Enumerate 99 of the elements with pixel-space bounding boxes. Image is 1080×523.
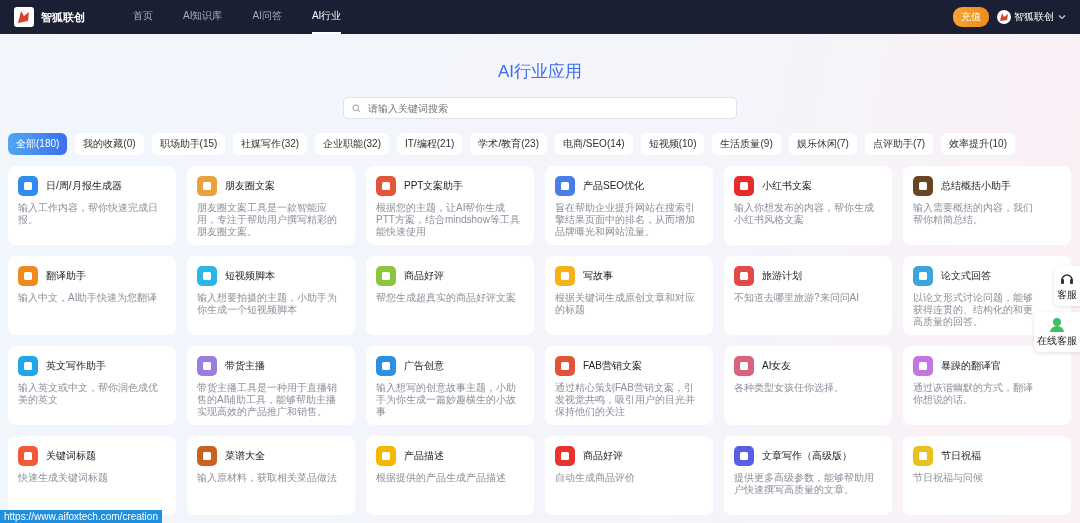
app-title: 广告创意 xyxy=(404,359,444,373)
app-card[interactable]: 写故事 根据关键词生成原创文章和对应的标题 xyxy=(545,256,713,335)
app-description: 提供更多高级参数，能够帮助用户快速撰写高质量的文章。 xyxy=(734,472,875,496)
app-description: 帮您生成超真实的商品好评文案 xyxy=(376,292,517,304)
search-field[interactable]: 请输入关键词搜索 xyxy=(343,97,737,119)
app-title: 朋友圈文案 xyxy=(225,179,275,193)
app-description: 根据提供的产品生成产品描述 xyxy=(376,472,507,484)
app-card[interactable]: 短视频脚本 输入想要拍摄的主题，小助手为你生成一个短视频脚本 xyxy=(187,256,355,335)
app-card[interactable]: 广告创意 输入想写的创意故事主题，小助手为你生成一篇妙趣横生的小故事 xyxy=(366,346,534,425)
app-card[interactable]: 英文写作助手 输入英文或中文，帮你润色成优美的英文 xyxy=(8,346,176,425)
app-title: 关键词标题 xyxy=(46,449,96,463)
app-title: 旅游计划 xyxy=(762,269,802,283)
app-title: 节日祝福 xyxy=(941,449,981,463)
app-description: 输入想要拍摄的主题，小助手为你生成一个短视频脚本 xyxy=(197,292,338,316)
app-description: 根据您的主题，让AI帮你生成PTT方案，结合mindshow等工具能快速使用 xyxy=(376,202,521,238)
app-title: 英文写作助手 xyxy=(46,359,106,373)
fox-logo-icon xyxy=(14,7,34,27)
app-title: PPT文案助手 xyxy=(404,179,464,193)
app-description: 输入工作内容，帮你快速完成日报。 xyxy=(18,202,159,226)
app-title: 翻译助手 xyxy=(46,269,86,283)
search-input[interactable]: 请输入关键词搜索 xyxy=(366,101,728,115)
category-tab[interactable]: 点评助手(7) xyxy=(864,133,934,155)
nav-tab[interactable]: AI行业 xyxy=(311,0,342,34)
app-title: 总结概括小助手 xyxy=(941,179,1011,193)
brand-name: 智狐联创 xyxy=(41,9,85,25)
app-card[interactable]: 文章写作（高级版） 提供更多高级参数，能够帮助用户快速撰写高质量的文章。 xyxy=(724,436,892,515)
nav-tab[interactable]: 首页 xyxy=(133,0,153,34)
category-tab[interactable]: 企业职能(32) xyxy=(315,133,389,155)
app-card[interactable]: 小红书文案 输入你想发布的内容，帮你生成小红书风格文案 xyxy=(724,166,892,245)
app-title: 写故事 xyxy=(583,269,613,283)
app-title: 日/周/月报生成器 xyxy=(46,179,122,193)
app-title: 暴躁的翻译官 xyxy=(941,359,1001,373)
app-description: 输入原材料，获取相关菜品做法 xyxy=(197,472,338,484)
app-title: 产品SEO优化 xyxy=(583,179,645,193)
chevron-down-icon[interactable] xyxy=(1058,13,1066,21)
app-title: AI女友 xyxy=(762,359,792,373)
nav-tab[interactable]: AI问答 xyxy=(252,0,282,34)
person-icon xyxy=(1049,316,1065,332)
app-card[interactable]: 商品好评 自动生成商品评价 xyxy=(545,436,713,515)
app-title: 产品描述 xyxy=(404,449,444,463)
app-description: 带货主播工具是一种用于直播销售的AI辅助工具，能够帮助主播实现高效的产品推广和销售。 xyxy=(197,382,338,418)
category-tab[interactable]: 社媒写作(32) xyxy=(233,133,308,155)
app-card[interactable]: PPT文案助手 根据您的主题，让AI帮你生成PTT方案，结合mindshow等工具能快速使用 xyxy=(366,166,534,245)
app-card[interactable]: 总结概括小助手 输入需要概括的内容，我们帮你精简总结。 xyxy=(903,166,1071,245)
app-description: 输入你想发布的内容，帮你生成小红书风格文案 xyxy=(734,202,875,226)
app-description: 自动生成商品评价 xyxy=(555,472,636,484)
nav-tab[interactable]: AI知识库 xyxy=(183,0,223,34)
app-description: 节日祝福与问候 xyxy=(913,472,984,484)
app-description: 输入中文，AI助手快速为您翻译 xyxy=(18,292,159,304)
app-title: 商品好评 xyxy=(583,449,623,463)
category-tab[interactable]: 职场助手(15) xyxy=(151,133,226,155)
app-card[interactable]: 节日祝福 节日祝福与问候 xyxy=(903,436,1071,515)
app-description: 输入需要概括的内容，我们帮你精简总结。 xyxy=(913,202,1033,226)
app-card[interactable]: 暴躁的翻译官 通过诙谐幽默的方式，翻译你想说的话。 xyxy=(903,346,1071,425)
app-card[interactable]: 旅游计划 不知道去哪里旅游?来问问AI xyxy=(724,256,892,335)
app-card[interactable]: AI女友 各种类型女孩任你选择。 xyxy=(724,346,892,425)
app-title: FAB营销文案 xyxy=(583,359,642,373)
online-service-button[interactable]: 在线客服 xyxy=(1034,312,1080,352)
search-icon xyxy=(352,103,361,113)
category-tab[interactable]: IT/编程(21) xyxy=(397,133,463,155)
app-card[interactable]: 商品好评 帮您生成超真实的商品好评文案 xyxy=(366,256,534,335)
app-description: 以论文形式讨论问题，能够获得连贯的、结构化的和更高质量的回答。 xyxy=(913,292,1033,328)
app-card[interactable]: 菜谱大全 输入原材料，获取相关菜品做法 xyxy=(187,436,355,515)
category-tab[interactable]: 学术/教育(23) xyxy=(470,133,547,155)
app-title: 菜谱大全 xyxy=(225,449,265,463)
app-card[interactable]: 产品SEO优化 旨在帮助企业提升网站在搜索引擎结果页面中的排名，从而增加品牌曝光和网站流量。 xyxy=(545,166,713,245)
app-description: 根据关键词生成原创文章和对应的标题 xyxy=(555,292,696,316)
app-title: 带货主播 xyxy=(225,359,265,373)
app-title: 商品好评 xyxy=(404,269,444,283)
user-name[interactable]: 智狐联创 xyxy=(1014,10,1054,24)
app-title: 论文式回答 xyxy=(941,269,991,283)
category-tab[interactable]: 电商/SEO(14) xyxy=(555,133,633,155)
app-card[interactable]: 带货主播 带货主播工具是一种用于直播销售的AI辅助工具，能够帮助主播实现高效的产品推广和销售。 xyxy=(187,346,355,425)
app-description: 各种类型女孩任你选择。 xyxy=(734,382,845,394)
app-description: 不知道去哪里旅游?来问问AI xyxy=(734,292,860,304)
app-card[interactable]: 产品描述 根据提供的产品生成产品描述 xyxy=(366,436,534,515)
app-description: 快速生成关键词标题 xyxy=(18,472,109,484)
avatar-icon[interactable] xyxy=(997,10,1011,24)
app-card[interactable]: FAB营销文案 通过精心策划FAB营销文案，引发视觉共鸣，吸引用户的目光并保持他们的关注 xyxy=(545,346,713,425)
service-button[interactable]: 客服 xyxy=(1054,266,1080,306)
status-url: https://www.aifoxtech.com/creation xyxy=(0,510,162,523)
app-title: 短视频脚本 xyxy=(225,269,275,283)
app-title: 小红书文案 xyxy=(762,179,812,193)
app-description: 旨在帮助企业提升网站在搜索引擎结果页面中的排名，从而增加品牌曝光和网站流量。 xyxy=(555,202,696,238)
category-tab[interactable]: 效率提升(10) xyxy=(941,133,1015,155)
page-title: AI行业应用 xyxy=(496,61,584,83)
category-tab[interactable]: 短视频(10) xyxy=(640,133,705,155)
app-description: 通过诙谐幽默的方式，翻译你想说的话。 xyxy=(913,382,1033,406)
app-description: 输入英文或中文，帮你润色成优美的英文 xyxy=(18,382,159,406)
category-tab[interactable]: 娱乐休闲(7) xyxy=(788,133,857,155)
app-description: 朋友圈文案工具是一款智能应用，专注于帮助用户撰写精彩的朋友圈文案。 xyxy=(197,202,338,238)
category-tab[interactable]: 我的收藏(0) xyxy=(75,133,144,155)
app-card[interactable]: 朋友圈文案 朋友圈文案工具是一款智能应用，专注于帮助用户撰写精彩的朋友圈文案。 xyxy=(187,166,355,245)
app-card[interactable]: 翻译助手 输入中文，AI助手快速为您翻译 xyxy=(8,256,176,335)
app-description: 通过精心策划FAB营销文案，引发视觉共鸣，吸引用户的目光并保持他们的关注 xyxy=(555,382,696,418)
category-tab[interactable]: 生活质量(9) xyxy=(712,133,781,155)
app-description: 输入想写的创意故事主题，小助手为你生成一篇妙趣横生的小故事 xyxy=(376,382,517,418)
app-card[interactable]: 日/周/月报生成器 输入工作内容，帮你快速完成日报。 xyxy=(8,166,176,245)
app-title: 文章写作（高级版） xyxy=(762,449,852,463)
